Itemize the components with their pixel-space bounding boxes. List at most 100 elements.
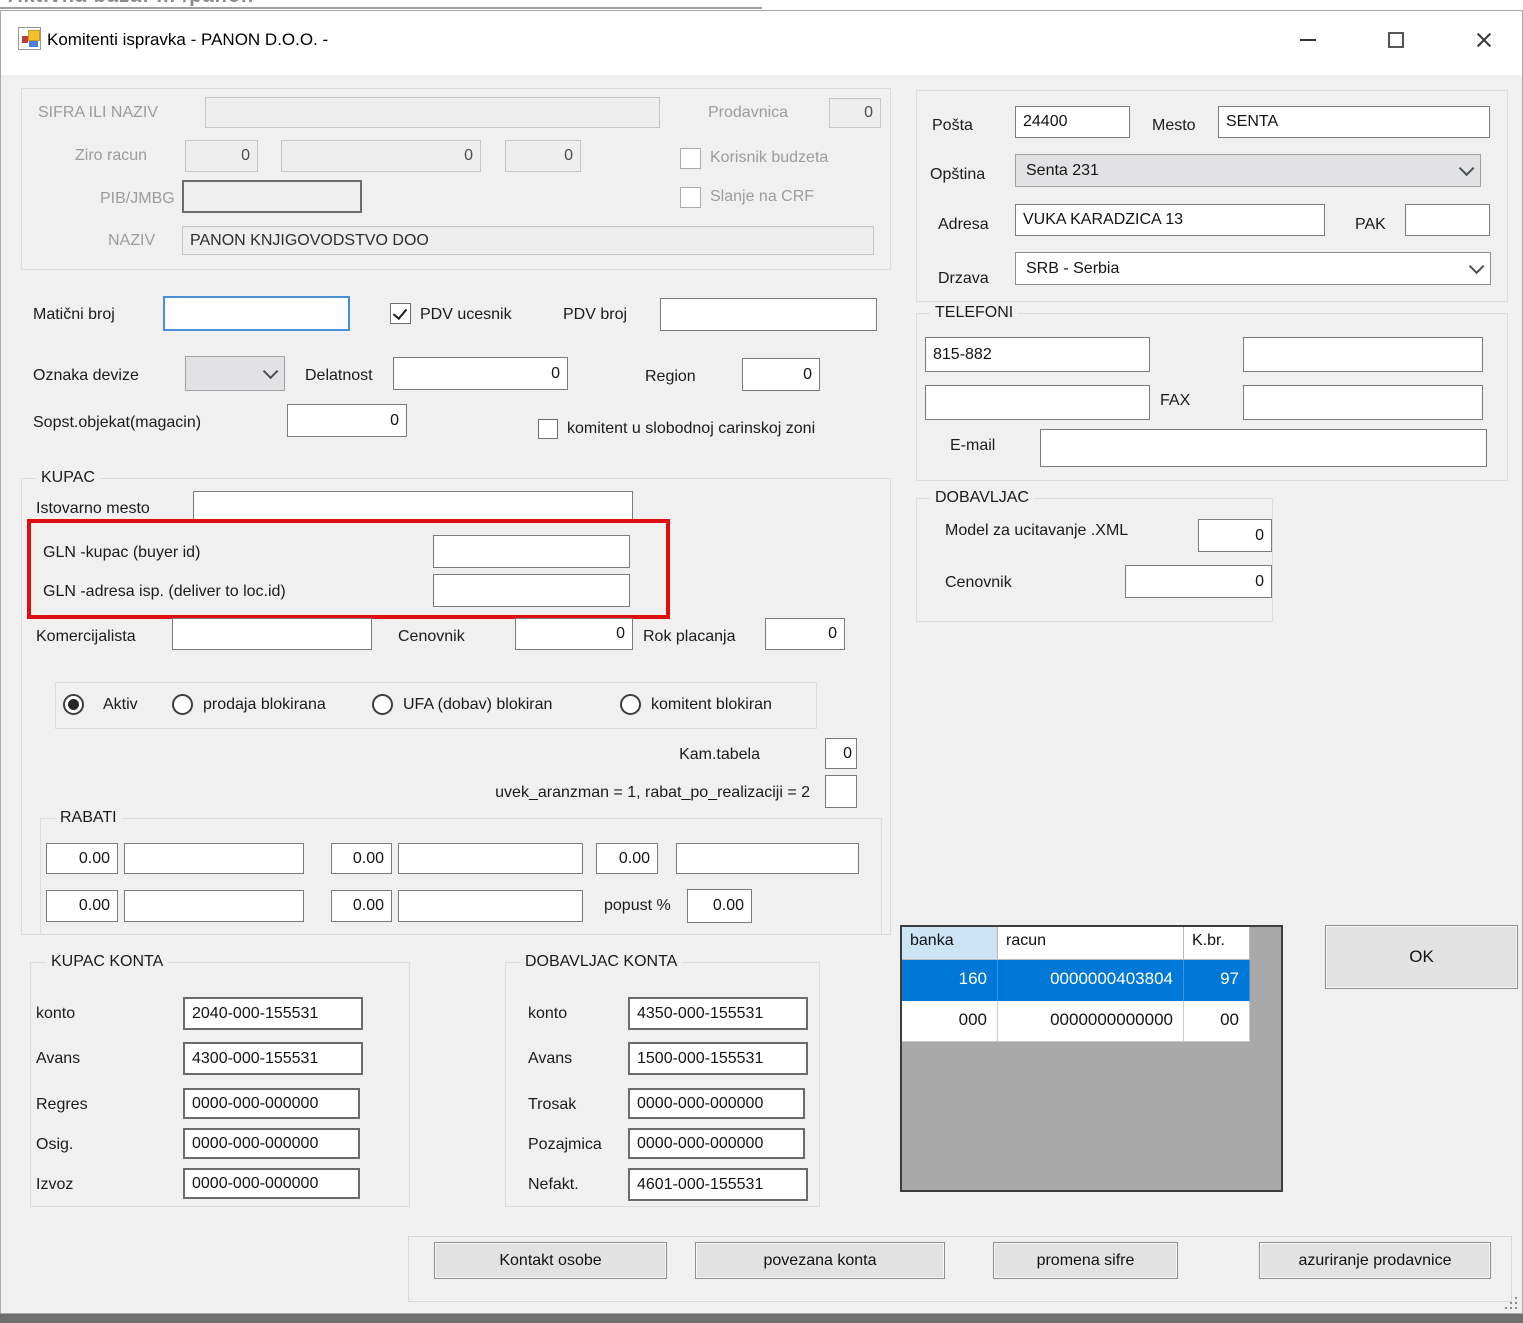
gln-kupac-label: GLN -kupac (buyer id) bbox=[43, 544, 200, 562]
pib-jmbg-input[interactable] bbox=[182, 180, 362, 213]
azuriranje-prodavnice-button[interactable]: azuriranje prodavnice bbox=[1259, 1242, 1491, 1279]
kupac-cenovnik-label: Cenovnik bbox=[398, 628, 465, 646]
carinska-zona-checkbox[interactable] bbox=[538, 419, 558, 439]
rok-placanja-input[interactable] bbox=[765, 618, 845, 650]
close-button[interactable] bbox=[1467, 23, 1501, 57]
radio-aktiv[interactable] bbox=[63, 694, 84, 715]
naziv-label: NAZIV bbox=[108, 232, 155, 250]
dob-trosak-input[interactable] bbox=[628, 1088, 805, 1119]
adresa-input[interactable] bbox=[1015, 204, 1325, 236]
dobavljac-cenovnik-input[interactable] bbox=[1125, 565, 1272, 598]
bank-table-header: banka racun K.br. bbox=[902, 927, 1281, 960]
dob-konto-input[interactable] bbox=[628, 997, 808, 1030]
rabat-4-name-input[interactable] bbox=[124, 890, 304, 922]
resize-grip-icon[interactable] bbox=[1505, 1297, 1517, 1309]
pak-input[interactable] bbox=[1405, 204, 1490, 236]
dob-nefakt-input[interactable] bbox=[628, 1168, 808, 1201]
opstina-combo[interactable]: Senta 231 bbox=[1015, 154, 1481, 187]
fax-input[interactable] bbox=[1243, 385, 1483, 420]
kupac-cenovnik-input[interactable] bbox=[515, 618, 633, 650]
dob-pozajmica-input[interactable] bbox=[628, 1128, 805, 1159]
rabat-3-pct-input[interactable] bbox=[596, 843, 658, 874]
rabat-2-name-input[interactable] bbox=[398, 843, 583, 874]
istovarno-mesto-input[interactable] bbox=[193, 491, 633, 520]
gln-kupac-input[interactable] bbox=[433, 535, 630, 568]
telefoni-title: TELEFONI bbox=[930, 304, 1018, 322]
drzava-value: SRB - Serbia bbox=[1026, 260, 1119, 278]
rabat-2-pct-input[interactable] bbox=[331, 843, 392, 874]
screenshot-stage: Aktivna baza: ... /panon Komitenti ispra… bbox=[0, 0, 1523, 1323]
rabat-4-pct-input[interactable] bbox=[46, 890, 118, 922]
dob-trosak-label: Trosak bbox=[528, 1096, 576, 1114]
kupac-regres-input[interactable] bbox=[183, 1088, 360, 1119]
email-label: E-mail bbox=[950, 437, 995, 455]
bank-cell: 000 bbox=[902, 1001, 998, 1042]
radio-komitent-blokiran[interactable] bbox=[620, 694, 641, 715]
carinska-zona-label: komitent u slobodnoj carinskoj zoni bbox=[567, 420, 815, 438]
pdv-ucesnik-checkbox[interactable] bbox=[390, 303, 411, 324]
dob-nefakt-label: Nefakt. bbox=[528, 1176, 579, 1194]
model-xml-input[interactable] bbox=[1198, 519, 1272, 552]
popust-input[interactable] bbox=[687, 889, 752, 923]
komercijalista-input[interactable] bbox=[172, 618, 372, 650]
povezana-konta-button[interactable]: povezana konta bbox=[695, 1242, 945, 1279]
rabat-1-name-input[interactable] bbox=[124, 843, 304, 874]
rabati-group-title: RABATI bbox=[55, 809, 122, 827]
kupac-avans-input[interactable] bbox=[183, 1042, 363, 1075]
drzava-combo[interactable]: SRB - Serbia bbox=[1015, 252, 1491, 285]
bank-table-row-selected[interactable]: 160 0000000403804 97 bbox=[902, 960, 1281, 1001]
pdv-broj-input[interactable] bbox=[660, 298, 877, 331]
kupac-konto-input[interactable] bbox=[183, 997, 363, 1030]
ziro-racun-input-2[interactable] bbox=[281, 140, 481, 172]
promena-sifre-button[interactable]: promena sifre bbox=[993, 1242, 1178, 1279]
maximize-button[interactable] bbox=[1379, 23, 1413, 57]
ziro-racun-input-3[interactable] bbox=[505, 140, 581, 172]
prodavnica-input[interactable] bbox=[829, 98, 881, 128]
posta-input[interactable] bbox=[1015, 106, 1130, 138]
dob-avans-input[interactable] bbox=[628, 1042, 808, 1075]
ziro-racun-label: Ziro racun bbox=[75, 147, 147, 165]
rabat-1-pct-input[interactable] bbox=[46, 843, 118, 874]
rabat-5-name-input[interactable] bbox=[398, 890, 583, 922]
rabat-5-pct-input[interactable] bbox=[331, 890, 392, 922]
kontakt-osobe-button[interactable]: Kontakt osobe bbox=[434, 1242, 667, 1279]
telefon-3-input[interactable] bbox=[925, 385, 1150, 420]
radio-ufa-blokiran[interactable] bbox=[372, 694, 393, 715]
ok-button[interactable]: OK bbox=[1325, 925, 1518, 989]
window-title: Komitenti ispravka - PANON D.O.O. - bbox=[47, 30, 328, 50]
gln-adresa-input[interactable] bbox=[433, 574, 630, 607]
telefon-1-input[interactable] bbox=[925, 337, 1150, 372]
bank-cell: 97 bbox=[1184, 960, 1250, 1001]
mesto-label: Mesto bbox=[1152, 117, 1196, 135]
kupac-osig-input[interactable] bbox=[183, 1128, 360, 1159]
slanje-crf-checkbox[interactable] bbox=[680, 187, 701, 208]
dob-pozajmica-label: Pozajmica bbox=[528, 1136, 602, 1154]
naziv-input[interactable] bbox=[182, 226, 874, 255]
delatnost-input[interactable] bbox=[393, 357, 568, 390]
maticni-broj-input[interactable] bbox=[163, 296, 350, 331]
region-input[interactable] bbox=[742, 358, 820, 391]
aranzman-input[interactable] bbox=[825, 775, 857, 808]
fax-label: FAX bbox=[1160, 392, 1190, 410]
sopst-objekat-input[interactable] bbox=[287, 404, 407, 437]
sifra-label: SIFRA ILI NAZIV bbox=[38, 104, 158, 122]
ziro-racun-input-1[interactable] bbox=[185, 140, 258, 172]
telefon-2-input[interactable] bbox=[1243, 337, 1483, 372]
dob-avans-label: Avans bbox=[528, 1050, 572, 1068]
bank-table-header-kbr[interactable]: K.br. bbox=[1184, 927, 1250, 960]
sopst-objekat-label: Sopst.objekat(magacin) bbox=[33, 414, 201, 432]
model-xml-label: Model za ucitavanje .XML bbox=[945, 522, 1128, 540]
bank-table-header-banka[interactable]: banka bbox=[902, 927, 998, 960]
rabat-3-name-input[interactable] bbox=[676, 843, 859, 874]
radio-prodaja-blokirana[interactable] bbox=[172, 694, 193, 715]
oznaka-devize-combo[interactable] bbox=[185, 356, 285, 391]
kupac-izvoz-input[interactable] bbox=[183, 1168, 360, 1199]
bank-table-row[interactable]: 000 0000000000000 00 bbox=[902, 1001, 1281, 1042]
mesto-input[interactable] bbox=[1218, 106, 1490, 138]
sifra-input[interactable] bbox=[205, 97, 660, 128]
bank-table-header-racun[interactable]: racun bbox=[998, 927, 1184, 960]
korisnik-budzeta-checkbox[interactable] bbox=[680, 148, 701, 169]
minimize-button[interactable] bbox=[1291, 23, 1325, 57]
kam-tabela-input[interactable] bbox=[825, 738, 857, 769]
email-input[interactable] bbox=[1040, 429, 1487, 467]
